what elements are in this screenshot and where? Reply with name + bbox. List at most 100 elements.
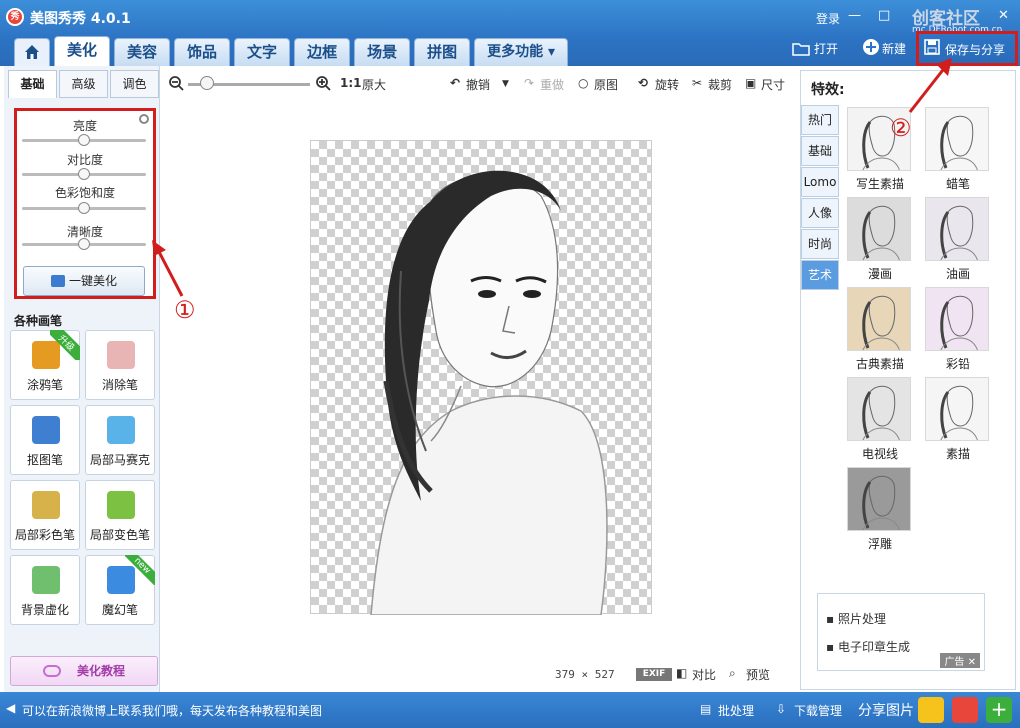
new-plus-icon[interactable] bbox=[862, 38, 880, 56]
image-canvas[interactable]: 379 × 527 EXIF ◧ 对比 ⌕ 预览 bbox=[162, 102, 796, 690]
one-key-beautify-button[interactable]: 一键美化 bbox=[23, 266, 145, 296]
status-message[interactable]: 可以在新浪微博上联系我们哦，每天发布各种教程和美图 bbox=[22, 702, 322, 719]
photo-sketch-preview[interactable] bbox=[310, 140, 652, 616]
login-link[interactable]: 登录 bbox=[816, 10, 840, 27]
batch-button[interactable]: 批处理 bbox=[718, 702, 754, 719]
effect-item[interactable]: 素描 bbox=[925, 377, 991, 462]
slider-knob[interactable] bbox=[78, 238, 90, 250]
add-share-icon[interactable]: + bbox=[986, 697, 1012, 723]
undo-icon[interactable]: ↶ bbox=[450, 76, 460, 90]
tutorial-button[interactable]: 美化教程 bbox=[10, 656, 158, 686]
tab-text[interactable]: 文字 bbox=[234, 38, 291, 66]
undo-dropdown-icon[interactable]: ▼ bbox=[502, 79, 509, 89]
preview-button[interactable]: 预览 bbox=[746, 666, 770, 683]
weibo-icon[interactable] bbox=[952, 697, 978, 723]
close-button[interactable]: ✕ bbox=[998, 8, 1009, 23]
ad-link-photo[interactable]: ▪ 照片处理 bbox=[826, 610, 886, 627]
save-disk-icon[interactable] bbox=[924, 39, 940, 55]
tab-scene[interactable]: 场景 bbox=[354, 38, 411, 66]
contrast-slider[interactable] bbox=[22, 168, 146, 180]
title-bar: 秀 美图秀秀 4.0.1 登录 — □ ✕ 创客社区 mc.DFRobot.co… bbox=[0, 0, 1020, 66]
effect-label: 素描 bbox=[945, 447, 970, 461]
crop-scissors-icon[interactable]: ✂ bbox=[692, 76, 702, 90]
subtab-advanced[interactable]: 高级 bbox=[59, 70, 108, 98]
brush-tool[interactable]: 局部变色笔 bbox=[85, 480, 155, 550]
effect-category-tab[interactable]: 人像 bbox=[801, 198, 839, 228]
brightness-slider[interactable] bbox=[22, 134, 146, 146]
open-button[interactable]: 打开 bbox=[814, 40, 838, 57]
preview-icon[interactable]: ⌕ bbox=[729, 666, 736, 681]
slider-knob[interactable] bbox=[78, 202, 90, 214]
zoom-in-icon[interactable] bbox=[315, 75, 331, 91]
minimize-button[interactable]: — bbox=[848, 8, 861, 23]
effect-item[interactable]: 古典素描 bbox=[847, 287, 913, 372]
rotate-icon[interactable]: ⟲ bbox=[638, 76, 648, 90]
save-share-button[interactable]: 保存与分享 bbox=[945, 41, 1005, 58]
subtab-color[interactable]: 调色 bbox=[110, 70, 159, 98]
tab-frame[interactable]: 边框 bbox=[294, 38, 351, 66]
zoom-slider-knob[interactable] bbox=[200, 76, 215, 90]
original-size-button[interactable]: 原大 bbox=[362, 76, 386, 93]
effect-item[interactable]: 彩铅 bbox=[925, 287, 991, 372]
effect-item[interactable]: 蜡笔 bbox=[925, 107, 991, 192]
dimension-times: × bbox=[581, 668, 589, 681]
effect-category-tab[interactable]: Lomo bbox=[801, 167, 839, 197]
badge-ribbon: new bbox=[125, 555, 155, 585]
slider-knob[interactable] bbox=[78, 168, 90, 180]
original-image-icon[interactable]: ○ bbox=[578, 76, 588, 90]
crop-button[interactable]: 裁剪 bbox=[708, 76, 732, 93]
resize-icon[interactable]: ▣ bbox=[745, 76, 756, 90]
effect-item[interactable]: 油画 bbox=[925, 197, 991, 282]
folder-open-icon[interactable] bbox=[792, 40, 810, 56]
zoom-out-icon[interactable] bbox=[168, 75, 184, 91]
subtab-basic[interactable]: 基础 bbox=[8, 70, 57, 98]
redo-button[interactable]: 重做 bbox=[540, 76, 564, 93]
tab-more-features[interactable]: 更多功能 ▾ bbox=[474, 38, 569, 66]
brush-tool[interactable]: 背景虚化 bbox=[10, 555, 80, 625]
tab-accessories[interactable]: 饰品 bbox=[174, 38, 231, 66]
undo-button[interactable]: 撤销 bbox=[466, 76, 490, 93]
qzone-star-icon[interactable] bbox=[918, 697, 944, 723]
saturation-slider[interactable] bbox=[22, 202, 146, 214]
tab-collage[interactable]: 拼图 bbox=[414, 38, 471, 66]
brush-label: 局部马赛克 bbox=[89, 453, 150, 467]
effect-category-tab[interactable]: 热门 bbox=[801, 105, 839, 135]
effect-thumbnail bbox=[847, 287, 911, 351]
effect-item[interactable]: 浮雕 bbox=[847, 467, 913, 552]
brush-tool[interactable]: 局部马赛克 bbox=[85, 405, 155, 475]
original-image-button[interactable]: 原图 bbox=[594, 76, 618, 93]
exif-button[interactable]: EXIF bbox=[636, 668, 672, 681]
ad-link-seal[interactable]: ▪ 电子印章生成 bbox=[826, 638, 910, 655]
tab-beautify[interactable]: 美化 bbox=[54, 36, 111, 66]
batch-icon[interactable]: ▤ bbox=[700, 702, 711, 716]
effect-item[interactable]: 电视线 bbox=[847, 377, 913, 462]
compare-button[interactable]: 对比 bbox=[692, 666, 716, 683]
brush-label: 背景虚化 bbox=[20, 603, 69, 617]
one-to-one-button[interactable]: 1:1 bbox=[340, 76, 362, 90]
brush-tool[interactable]: 魔幻笔 new bbox=[85, 555, 155, 625]
brush-tool[interactable]: 消除笔 bbox=[85, 330, 155, 400]
download-icon[interactable]: ⇩ bbox=[776, 702, 786, 716]
brush-label: 魔幻笔 bbox=[101, 603, 138, 617]
tab-home[interactable] bbox=[14, 38, 50, 66]
brush-tool[interactable]: 涂鸦笔 升级 bbox=[10, 330, 80, 400]
rotate-button[interactable]: 旋转 bbox=[655, 76, 679, 93]
effect-item[interactable]: 漫画 bbox=[847, 197, 913, 282]
new-button[interactable]: 新建 bbox=[882, 40, 906, 57]
brush-tool[interactable]: 抠图笔 bbox=[10, 405, 80, 475]
slider-knob[interactable] bbox=[78, 134, 90, 146]
ad-tag[interactable]: 广告 ✕ bbox=[940, 653, 980, 668]
maximize-button[interactable]: □ bbox=[878, 8, 890, 23]
resize-button[interactable]: 尺寸 bbox=[761, 76, 785, 93]
tab-beauty[interactable]: 美容 bbox=[114, 38, 171, 66]
effect-category-tab[interactable]: 时尚 bbox=[801, 229, 839, 259]
annotation-step-1: ① bbox=[174, 296, 196, 324]
effect-category-tab[interactable]: 艺术 bbox=[801, 260, 839, 290]
brush-tool[interactable]: 局部彩色笔 bbox=[10, 480, 80, 550]
sharpness-slider[interactable] bbox=[22, 238, 146, 250]
redo-icon[interactable]: ↷ bbox=[524, 76, 534, 90]
compare-icon[interactable]: ◧ bbox=[676, 666, 687, 680]
wand-icon bbox=[50, 275, 65, 287]
effect-category-tab[interactable]: 基础 bbox=[801, 136, 839, 166]
download-manager-button[interactable]: 下载管理 bbox=[794, 702, 842, 719]
